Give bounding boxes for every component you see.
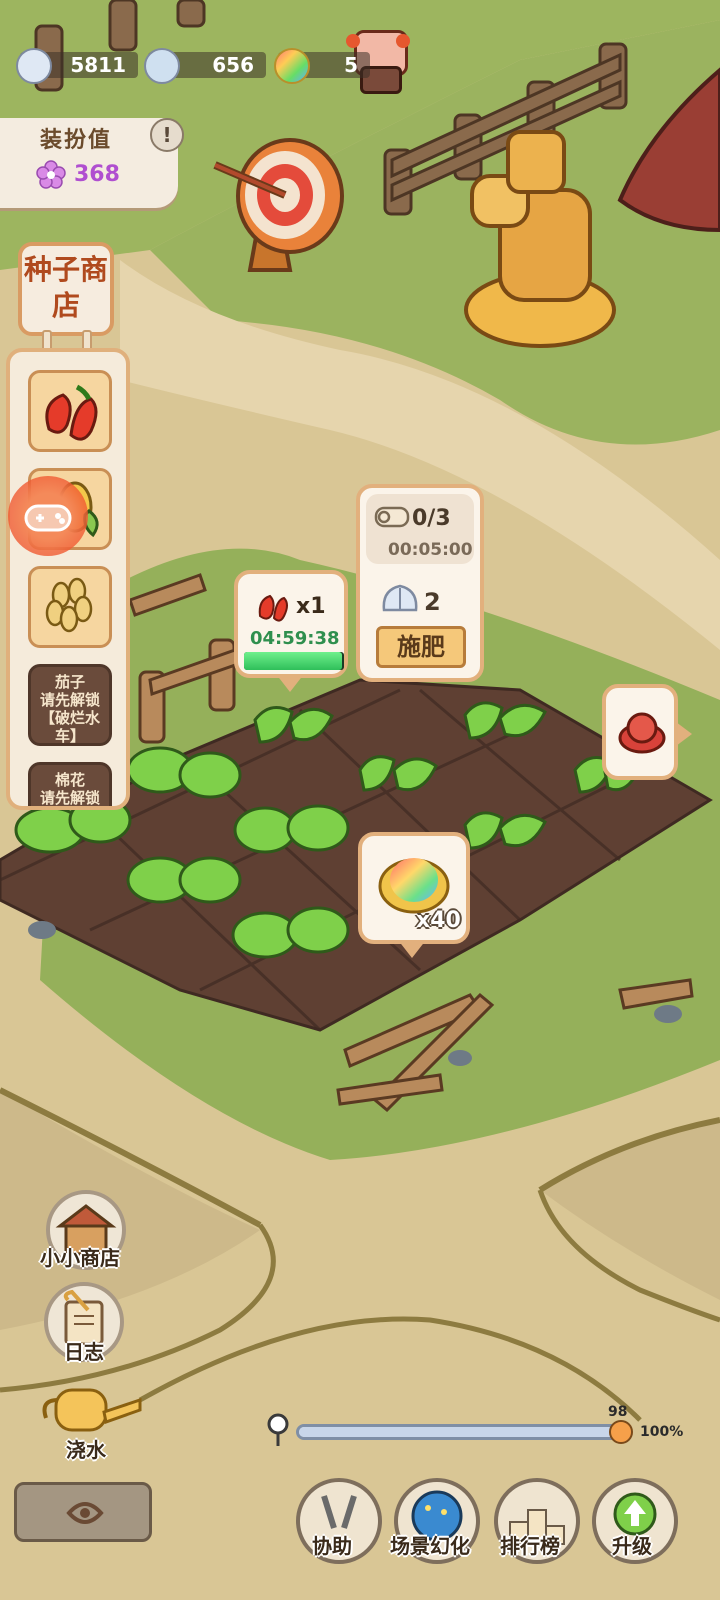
resource-rainbow-shell: 5 — [274, 48, 370, 84]
player-character[interactable] — [346, 0, 410, 94]
cotton-lock-text: 棉花 请先解锁 — [39, 771, 100, 807]
plant-leafy-2 — [126, 746, 242, 799]
fertilize-uses: 0/3 — [412, 506, 451, 531]
assist-label: 协助 — [312, 1534, 352, 1558]
crop-progress-bar — [244, 652, 344, 670]
plant-leafy-3 — [126, 856, 242, 904]
upgrade-label: 升级 — [612, 1534, 652, 1558]
swirl-icon — [66, 1502, 104, 1524]
resource-shell: 656 — [144, 48, 266, 84]
zoom-percent: 100% — [640, 1424, 684, 1440]
crop-progress-fill — [244, 652, 342, 670]
seed-shop-panel[interactable]: 茄子 请先解锁 【破烂水车】 棉花 请先解锁 — [6, 348, 130, 810]
eggplant-seed-slot[interactable]: 茄子 请先解锁 【破烂水车】 — [28, 664, 112, 746]
reward-count: x40 — [416, 908, 461, 933]
watering-can-icon — [42, 1388, 142, 1432]
scene-transform-label: 场景幻化 — [390, 1534, 470, 1558]
cotton-seed-slot[interactable]: 棉花 请先解锁 — [28, 762, 112, 807]
watering-can-button[interactable] — [36, 1382, 146, 1442]
sprout-2 — [358, 755, 438, 792]
fertilize-button[interactable]: 施肥 — [376, 626, 466, 668]
rainbow-shell-icon — [274, 48, 310, 84]
water-label: 浇水 — [66, 1438, 106, 1462]
fertilize-timer: 00:05:00 — [388, 540, 473, 560]
gamepad-icon — [24, 504, 72, 532]
flower-icon — [36, 160, 66, 189]
plant-leafy-5 — [231, 906, 350, 959]
sprout-1 — [253, 706, 334, 744]
bubble-pointer — [276, 674, 304, 692]
crop-status-bubble[interactable]: x1 04:59:38 — [234, 570, 348, 678]
fertilize-bubble[interactable]: 0/3 00:05:00 2 施肥 — [356, 484, 484, 682]
rainbow-shell-icon — [378, 858, 450, 914]
help-icon[interactable]: ! — [150, 118, 184, 152]
resource-feather: 5811 — [16, 48, 138, 84]
red-hat-icon — [618, 712, 666, 754]
crop-timer: 04:59:38 — [250, 628, 340, 649]
shell-icon — [144, 48, 180, 84]
sprout-3 — [463, 701, 547, 740]
chili-seed-slot[interactable] — [28, 370, 112, 452]
little-shop-label: 小小商店 — [40, 1246, 120, 1270]
plant-leafy-4 — [233, 804, 350, 854]
resource-rainbow-value: 5 — [344, 53, 358, 77]
feather-icon — [16, 48, 52, 84]
chili-icon — [258, 594, 288, 622]
eggplant-lock-text: 茄子 请先解锁 【破烂水车】 — [39, 673, 100, 745]
resource-shell-value: 656 — [212, 53, 254, 77]
dress-value-title: 装扮值 — [40, 128, 113, 153]
resource-feather-value: 5811 — [70, 53, 126, 77]
menu-swirl-button[interactable] — [14, 1482, 152, 1542]
log-label: 日志 — [64, 1340, 104, 1364]
chili-icon — [45, 384, 98, 441]
bubble-pointer — [676, 722, 692, 746]
dress-value-number: 368 — [74, 162, 120, 187]
seed-shop-title[interactable]: 种子商店 — [18, 242, 114, 336]
wheat-seed-slot[interactable] — [28, 566, 112, 648]
game-scene[interactable]: 5811 656 5 装扮值 368 ! 种子商店 茄子 请先解锁 【破烂水车】… — [0, 0, 720, 1600]
fertilize-cost: 2 — [424, 588, 441, 616]
sprout-4 — [463, 811, 547, 850]
side-item-bubble[interactable] — [602, 684, 678, 780]
gamepad-assist-button[interactable] — [8, 476, 88, 556]
crop-count: x1 — [296, 594, 326, 619]
shell-icon — [382, 584, 418, 612]
zoom-slider[interactable] — [296, 1424, 628, 1440]
zoom-value: 98 — [608, 1404, 628, 1420]
fertilizer-bag-icon — [374, 506, 410, 528]
leaderboard-label: 排行榜 — [500, 1534, 560, 1558]
zoom-slider-fill — [299, 1427, 619, 1437]
magnifier-icon — [267, 1413, 289, 1446]
reward-bubble[interactable]: x40 — [358, 832, 470, 944]
bubble-pointer — [398, 940, 426, 958]
dress-value-panel[interactable]: 装扮值 368 ! — [0, 118, 184, 208]
wheat-icon — [45, 577, 93, 633]
